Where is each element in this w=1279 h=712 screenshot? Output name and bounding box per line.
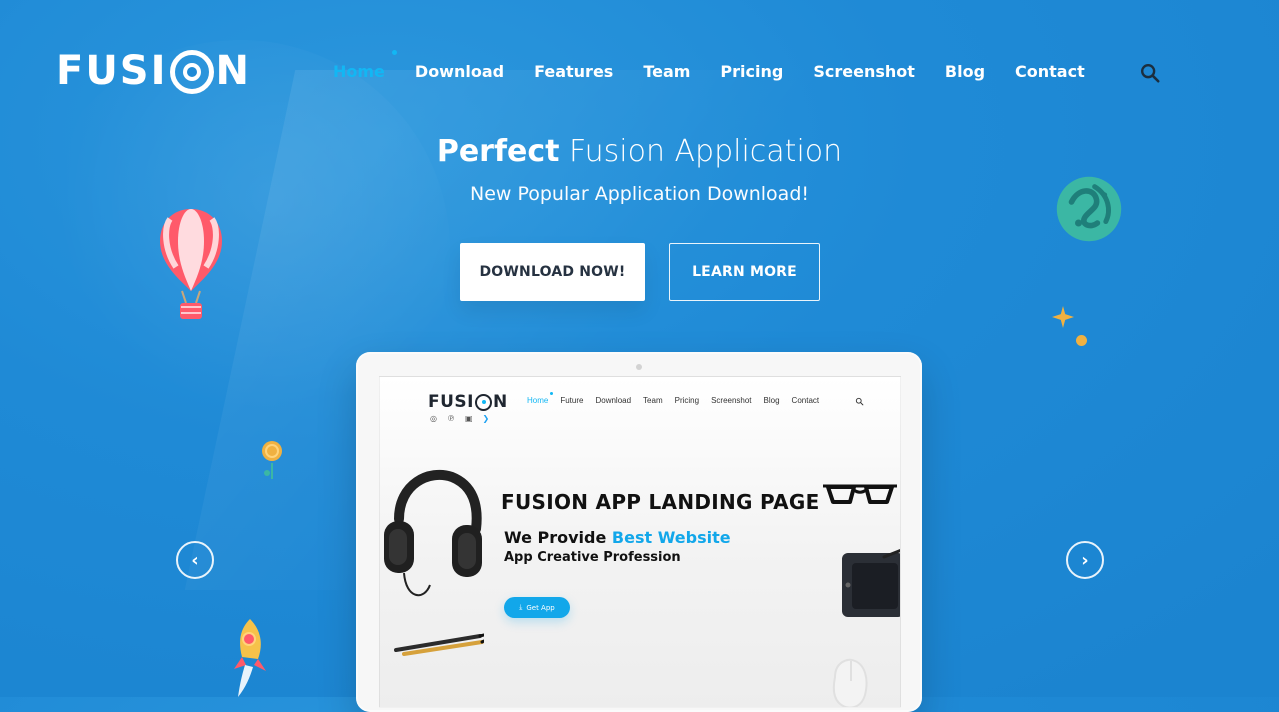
logo-text-right: N [215,48,251,94]
nav-blog[interactable]: Blog [945,62,985,81]
learn-more-button[interactable]: LEARN MORE [669,243,820,301]
nav-team[interactable]: Team [643,62,690,81]
nav-screenshot[interactable]: Screenshot [813,62,915,81]
laptop-mockup: FUSI N ◎ ℗ ▣ ❯ Home Future Download Team… [356,352,922,712]
mockup-social-icons: ◎ ℗ ▣ ❯ [430,414,489,423]
mockup-search-icon [855,397,864,406]
carousel-next-button[interactable]: › [1066,541,1104,579]
mockup-get-app-label: Get App [526,603,555,612]
mockup-line-1: We Provide Best Website [504,528,731,547]
hero-title: Perfect Fusion Application [0,132,1279,172]
mockup-logo-left: FUSI [428,392,474,412]
logo-o-icon [169,50,214,94]
pencils-image [394,633,484,656]
logo-text-left: FUSI [56,48,168,94]
mockup-nav-blog: Blog [763,396,780,405]
mockup-get-app-button: ⤓ Get App [504,597,570,618]
mockup-nav-home: Home [527,392,554,405]
mockup-headline: FUSION APP LANDING PAGE [501,490,820,514]
pinterest-icon: ℗ [446,414,455,423]
mouse-image [832,658,868,707]
hero-title-rest: Fusion Application [569,134,843,169]
mockup-line-1-prefix: We Provide [504,528,612,547]
lollipop-icon [262,441,282,479]
dribbble-icon: ◎ [430,414,437,423]
mockup-nav: Home Future Download Team Pricing Screen… [527,392,820,405]
mockup-nav-contact: Contact [791,396,820,405]
mockup-screen: FUSI N ◎ ℗ ▣ ❯ Home Future Download Team… [379,376,901,708]
nav-features[interactable]: Features [534,62,613,81]
mockup-logo-o-icon [475,393,492,411]
youtube-icon: ▣ [464,414,473,423]
chevron-right-icon: › [1081,549,1089,571]
small-dot-decoration [1076,335,1087,346]
mockup-nav-pricing: Pricing [674,396,700,405]
mockup-logo-right: N [493,392,508,412]
hot-air-balloon-icon [160,209,222,319]
glasses-image [823,484,897,504]
top-nav: Home Download Features Team Pricing Scre… [333,50,1085,81]
nav-download[interactable]: Download [415,62,504,81]
hero-title-bold: Perfect [436,134,560,169]
mockup-logo: FUSI N [428,392,508,412]
carousel-prev-button[interactable]: ‹ [176,541,214,579]
nav-home[interactable]: Home [333,50,397,81]
star-icon [1052,306,1074,328]
twitter-icon: ❯ [482,414,490,423]
chevron-left-icon: ‹ [191,549,199,571]
mockup-nav-future: Future [560,396,584,405]
download-now-button[interactable]: DOWNLOAD NOW! [460,243,645,301]
tablet-image [842,548,900,617]
mockup-line-1-accent: Best Website [611,528,731,547]
rocket-icon [234,619,266,697]
nav-pricing[interactable]: Pricing [720,62,783,81]
mockup-nav-screenshot: Screenshot [711,396,752,405]
search-icon[interactable] [1139,62,1161,84]
mockup-nav-team: Team [643,396,663,405]
planet-icon [1056,176,1122,242]
brand-logo[interactable]: FUSI N [56,48,251,94]
mockup-line-2: App Creative Profession [504,550,681,565]
nav-contact[interactable]: Contact [1015,62,1085,81]
mockup-nav-download: Download [595,396,632,405]
headphones-image [384,469,482,597]
search-icon [1141,64,1160,83]
camera-dot [636,364,642,370]
download-icon: ⤓ [519,603,523,611]
